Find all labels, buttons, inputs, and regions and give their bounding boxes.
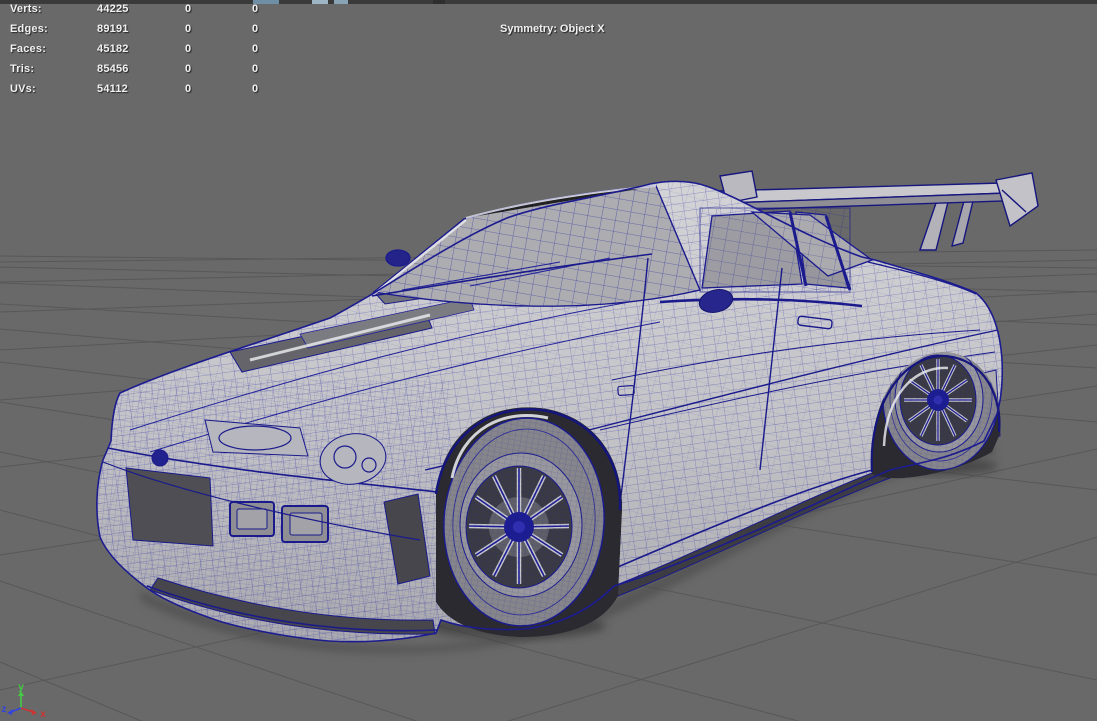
shelf-icon-fragment xyxy=(334,0,348,4)
hud-value-col3: 0 xyxy=(252,3,259,15)
shelf-icon-fragment xyxy=(312,0,328,4)
far-mirror-through-glass xyxy=(385,249,411,267)
application-window: y x z Verts: 44225 0 0 Edges: 89191 0 0 xyxy=(0,0,1097,721)
hud-label: Tris: xyxy=(10,63,35,75)
hud-label: Verts: xyxy=(10,3,42,15)
hud-value-total: 89191 xyxy=(97,23,129,35)
axis-label-x: x xyxy=(40,709,46,720)
hud-value-col2: 0 xyxy=(185,3,192,15)
hud-value-col2: 0 xyxy=(185,83,192,95)
axis-label-y: y xyxy=(18,682,24,693)
hud-value-col2: 0 xyxy=(185,23,192,35)
hud-value-col3: 0 xyxy=(252,43,259,55)
hud-value-col2: 0 xyxy=(185,63,192,75)
viewport-scene[interactable]: y x z xyxy=(0,0,1097,721)
axis-label-z: z xyxy=(2,704,7,715)
hud-value-total: 45182 xyxy=(97,43,129,55)
hud-value-total: 44225 xyxy=(97,3,129,15)
car-model[interactable] xyxy=(0,0,1039,650)
grille xyxy=(125,467,214,547)
hud-value-col2: 0 xyxy=(185,43,192,55)
hud-label: UVs: xyxy=(10,83,36,95)
hud-label: Faces: xyxy=(10,43,47,55)
hud-value-col3: 0 xyxy=(252,63,259,75)
hud-value-total: 54112 xyxy=(97,83,128,95)
hud-value-total: 85456 xyxy=(97,63,129,75)
hud-label: Edges: xyxy=(10,23,48,35)
hud-value-col3: 0 xyxy=(252,23,259,35)
badge xyxy=(151,449,169,467)
shelf-icon-fragment xyxy=(433,0,445,4)
symmetry-indicator: Symmetry: Object X xyxy=(500,23,605,35)
hud-value-col3: 0 xyxy=(252,83,259,95)
shelf-bottom-strip xyxy=(0,0,1097,4)
